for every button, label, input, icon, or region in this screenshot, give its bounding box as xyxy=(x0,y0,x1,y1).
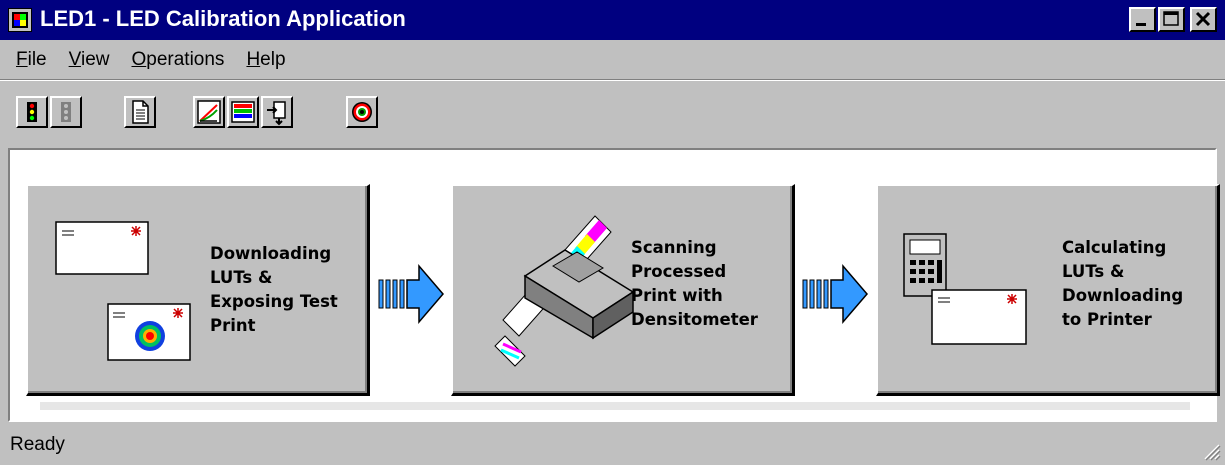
step-label-expose-test-print: Downloading LUTs & Exposing Test Print xyxy=(210,244,338,335)
graph-icon xyxy=(197,100,221,124)
next-arrow-icon xyxy=(802,263,868,325)
toolbar-button-stop[interactable] xyxy=(50,96,82,128)
toolbar xyxy=(0,82,1225,142)
step-button-scan-print[interactable]: Scanning Processed Print with Densitomet… xyxy=(451,184,795,396)
app-window: LED1 - LED Calibration Application File … xyxy=(0,0,1225,465)
menu-view-mnemonic: V xyxy=(68,49,81,70)
minimize-icon xyxy=(1136,23,1146,26)
document-icon xyxy=(132,100,149,124)
window-title: LED1 - LED Calibration Application xyxy=(40,6,406,31)
close-icon xyxy=(1195,11,1211,27)
workflow-area: Downloading LUTs & Exposing Test Print S… xyxy=(8,148,1220,422)
menu-file-label: ile xyxy=(27,49,47,70)
menu-operations[interactable]: Operations xyxy=(131,49,224,71)
status-text: Ready xyxy=(10,434,65,455)
test-print-icon xyxy=(55,221,191,361)
app-icon[interactable] xyxy=(8,8,32,32)
calculator-printer-icon xyxy=(903,233,1027,345)
menu-help-mnemonic: H xyxy=(246,49,261,70)
minimize-button[interactable] xyxy=(1129,7,1156,32)
resize-grip-icon[interactable] xyxy=(1201,441,1221,461)
status-bar: Ready xyxy=(0,426,1225,465)
menu-help-label: elp xyxy=(260,49,286,70)
step-label-scan-print: Scanning Processed Print with Densitomet… xyxy=(631,238,758,329)
traffic-light-disabled-icon xyxy=(61,102,71,122)
maximize-icon xyxy=(1163,11,1179,26)
step-button-expose-test-print[interactable]: Downloading LUTs & Exposing Test Print xyxy=(26,184,370,396)
title-bar[interactable]: LED1 - LED Calibration Application xyxy=(0,0,1225,40)
color-table-icon xyxy=(231,101,255,123)
menu-view-label: iew xyxy=(80,49,110,70)
download-icon xyxy=(267,101,286,126)
menu-view[interactable]: View xyxy=(69,49,110,71)
toolbar-button-target[interactable] xyxy=(346,96,378,128)
toolbar-button-start[interactable] xyxy=(16,96,48,128)
toolbar-button-download[interactable] xyxy=(261,96,293,128)
menu-file-mnemonic: F xyxy=(16,49,28,70)
menu-operations-mnemonic: O xyxy=(131,49,147,70)
menu-operations-label: perations xyxy=(146,49,225,70)
step-label-calculate-luts: Calculating LUTs & Downloading to Printe… xyxy=(1062,238,1184,329)
densitometer-icon xyxy=(494,215,635,367)
toolbar-button-color-table[interactable] xyxy=(227,96,259,128)
toolbar-button-document[interactable] xyxy=(124,96,156,128)
step-button-calculate-luts[interactable]: Calculating LUTs & Downloading to Printe… xyxy=(876,184,1220,396)
menu-separator xyxy=(0,79,1225,81)
maximize-button[interactable] xyxy=(1158,7,1185,32)
menu-file[interactable]: File xyxy=(16,49,47,71)
close-button[interactable] xyxy=(1190,7,1217,32)
menu-help[interactable]: Help xyxy=(246,49,285,71)
traffic-light-icon xyxy=(27,102,37,122)
menu-bar: File View Operations Help xyxy=(0,44,1225,76)
toolbar-button-graph[interactable] xyxy=(193,96,225,128)
target-icon xyxy=(352,102,372,122)
workflow-strip xyxy=(40,402,1190,410)
next-arrow-icon xyxy=(378,263,444,325)
